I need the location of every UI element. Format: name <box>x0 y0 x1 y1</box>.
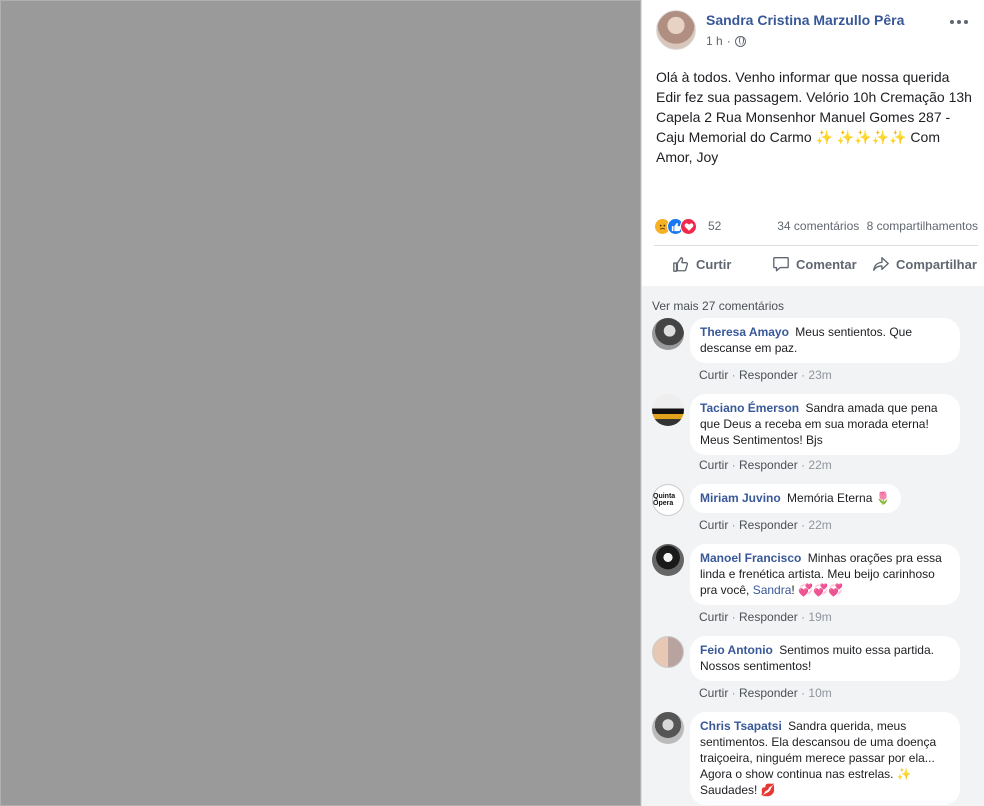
commenter-name[interactable]: Theresa Amayo <box>700 325 789 339</box>
comment-bubble: Theresa Amayo Meus sentientos. Que desca… <box>690 318 960 363</box>
post-meta: 1 h · <box>706 34 746 48</box>
comment-bubble: Taciano Émerson Sandra amada que pena qu… <box>690 394 960 455</box>
share-button-label: Compartilhar <box>896 256 977 272</box>
divider <box>654 245 978 246</box>
comment-like-link[interactable]: Curtir <box>699 368 728 382</box>
commenter-avatar[interactable] <box>652 394 684 426</box>
commenter-avatar[interactable] <box>652 712 684 744</box>
post-header: Sandra Cristina Marzullo Pêra 1 h · <box>656 10 976 50</box>
commenter-name[interactable]: Taciano Émerson <box>700 401 799 415</box>
comments-section: Ver mais 27 comentários Theresa Amayo Me… <box>642 286 984 806</box>
comment-like-link[interactable]: Curtir <box>699 518 728 532</box>
comment-time[interactable]: 22m <box>808 518 831 532</box>
reactions-count[interactable]: 52 <box>708 219 721 233</box>
comment-reply-link[interactable]: Responder <box>739 686 798 700</box>
comment-meta: Curtir · Responder · 23m <box>699 368 832 382</box>
comment-reply-link[interactable]: Responder <box>739 518 798 532</box>
post-sidebar: Sandra Cristina Marzullo Pêra 1 h · Olá … <box>642 0 984 806</box>
reactions-bar: 52 34 comentários 8 compartilhamentos <box>654 214 978 238</box>
share-button[interactable]: Compartilhar <box>872 255 977 273</box>
like-button-label: Curtir <box>696 256 732 272</box>
photo-placeholder <box>0 0 641 806</box>
comment-bubble: Manoel Francisco Minhas orações pra essa… <box>690 544 960 605</box>
comment-bubble: Chris Tsapatsi Sandra querida, meus sent… <box>690 712 960 805</box>
post-stats: 34 comentários 8 compartilhamentos <box>773 219 978 233</box>
comment-time[interactable]: 22m <box>808 458 831 472</box>
post-text: Olá à todos. Venho informar que nossa qu… <box>656 69 972 165</box>
comment-text-end: ! 💞💞💞 <box>791 583 843 597</box>
comment-bubble: Miriam Juvino Memória Eterna 🌷 <box>690 484 901 513</box>
more-options-icon[interactable] <box>950 16 970 28</box>
comment-button-label: Comentar <box>796 256 857 272</box>
comment-like-link[interactable]: Curtir <box>699 458 728 472</box>
author-avatar[interactable] <box>656 10 696 50</box>
view-more-comments-link[interactable]: Ver mais 27 comentários <box>652 299 784 313</box>
comment-like-link[interactable]: Curtir <box>699 686 728 700</box>
comment-time[interactable]: 19m <box>808 610 831 624</box>
comment-button[interactable]: Comentar <box>772 255 857 273</box>
commenter-name[interactable]: Chris Tsapatsi <box>700 719 782 733</box>
comment-meta: Curtir · Responder · 10m <box>699 686 832 700</box>
shares-count[interactable]: 8 compartilhamentos <box>867 219 978 233</box>
commenter-name[interactable]: Feio Antonio <box>700 643 773 657</box>
post-timestamp[interactable]: 1 h <box>706 34 723 48</box>
comment-bubble: Feio Antonio Sentimos muito essa partida… <box>690 636 960 681</box>
commenter-avatar[interactable] <box>652 318 684 350</box>
comment-time[interactable]: 23m <box>808 368 831 382</box>
comment-meta: Curtir · Responder · 22m <box>699 518 832 532</box>
comment-reply-link[interactable]: Responder <box>739 368 798 382</box>
love-reaction-icon <box>680 218 697 235</box>
post-actions: Curtir Comentar Compartilhar <box>654 248 984 282</box>
comments-count[interactable]: 34 comentários <box>777 219 859 233</box>
comment-meta: Curtir · Responder · 19m <box>699 610 832 624</box>
share-icon <box>873 257 889 271</box>
commenter-name[interactable]: Miriam Juvino <box>700 491 781 505</box>
globe-icon <box>734 35 746 47</box>
author-name[interactable]: Sandra Cristina Marzullo Pêra <box>706 12 904 28</box>
comment-meta: Curtir · Responder · 22m <box>699 458 832 472</box>
post-photo[interactable] <box>0 0 641 806</box>
comment-reply-link[interactable]: Responder <box>739 458 798 472</box>
comment-like-link[interactable]: Curtir <box>699 610 728 624</box>
comment-icon <box>773 257 789 272</box>
comment-time[interactable]: 10m <box>808 686 831 700</box>
commenter-name[interactable]: Manoel Francisco <box>700 551 801 565</box>
avatar-logo-text: Quinta Ópera <box>653 493 676 507</box>
comment-reply-link[interactable]: Responder <box>739 610 798 624</box>
like-button[interactable]: Curtir <box>672 255 731 273</box>
commenter-avatar[interactable] <box>652 544 684 576</box>
comment-text: Memória Eterna 🌷 <box>787 491 891 505</box>
reaction-icons[interactable] <box>654 218 697 235</box>
commenter-avatar[interactable] <box>652 636 684 668</box>
comment-mention-link[interactable]: Sandra <box>753 583 792 597</box>
thumbs-up-icon <box>673 257 689 272</box>
commenter-avatar[interactable]: Quinta Ópera <box>652 484 684 516</box>
